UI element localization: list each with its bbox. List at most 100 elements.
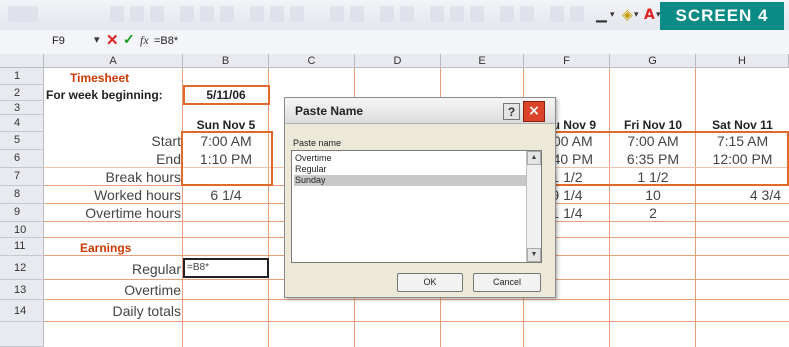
row-header-3[interactable]: 3 xyxy=(0,101,44,115)
toolbar-button[interactable] xyxy=(250,6,264,22)
dialog-titlebar[interactable]: Paste Name ? × xyxy=(285,98,555,124)
chevron-down-icon[interactable]: ▾ xyxy=(634,6,639,24)
cancel-icon[interactable]: ✕ xyxy=(106,31,119,49)
formula-input[interactable]: =B8* xyxy=(154,35,178,47)
cell-b6[interactable]: 1:10 PM xyxy=(183,150,269,168)
fill-color-icon[interactable]: ◈ xyxy=(622,6,633,24)
select-all-corner[interactable] xyxy=(0,54,44,68)
row-header-6[interactable]: 6 xyxy=(0,150,44,168)
toolbar-button[interactable] xyxy=(130,6,144,22)
dialog-title: Paste Name xyxy=(295,104,364,118)
cell-h5[interactable]: 7:15 AM xyxy=(696,132,789,150)
row-header-2[interactable]: 2 xyxy=(0,85,44,101)
row-header-8[interactable]: 8 xyxy=(0,186,44,204)
toolbar-button[interactable] xyxy=(330,6,344,22)
toolbar-button[interactable] xyxy=(180,6,194,22)
toolbar-button[interactable] xyxy=(150,6,164,22)
cell-a11[interactable]: Earnings xyxy=(52,239,182,256)
row-header-12[interactable]: 12 xyxy=(0,256,44,280)
name-box[interactable]: F9 xyxy=(52,35,65,47)
formula-bar: F9 ▾ ✕ ✓ fx =B8* xyxy=(0,30,789,55)
toolbar-button[interactable] xyxy=(570,6,584,22)
toolbar-button[interactable] xyxy=(350,6,364,22)
cell-g5[interactable]: 7:00 AM xyxy=(610,132,696,150)
cell-g9[interactable]: 2 xyxy=(610,204,696,222)
row-header-1[interactable]: 1 xyxy=(0,68,44,85)
ok-button[interactable]: OK xyxy=(397,273,463,292)
screen-badge: SCREEN 4 xyxy=(660,2,784,30)
toolbar-button[interactable] xyxy=(430,6,444,22)
cell-h8[interactable]: 4 3/4 xyxy=(696,186,789,204)
list-item-regular[interactable]: Regular xyxy=(294,164,529,175)
paste-name-label: Paste name xyxy=(293,138,342,148)
cell-a8[interactable]: Worked hours xyxy=(44,186,183,204)
toolbar-button[interactable] xyxy=(220,6,234,22)
list-item-overtime[interactable]: Overtime xyxy=(294,153,529,164)
row-line xyxy=(44,321,789,322)
cell-a12[interactable]: Regular xyxy=(44,260,183,278)
cell-g7[interactable]: 1 1/2 xyxy=(610,168,696,186)
cell-b12-editing[interactable]: =B8* xyxy=(183,258,269,278)
row-header-15[interactable] xyxy=(0,322,44,347)
column-header-g[interactable]: G xyxy=(610,54,696,68)
row-header-14[interactable]: 14 xyxy=(0,300,44,322)
scroll-up-icon[interactable]: ▲ xyxy=(527,151,541,165)
toolbar-button[interactable] xyxy=(110,6,124,22)
close-button[interactable]: × xyxy=(523,101,545,122)
toolbar-button[interactable] xyxy=(380,6,394,22)
scroll-down-icon[interactable]: ▼ xyxy=(527,248,541,262)
column-header-h[interactable]: H xyxy=(696,54,789,68)
column-header-a[interactable]: A xyxy=(44,54,183,68)
cell-a1[interactable]: Timesheet xyxy=(52,69,182,85)
toolbar-button[interactable] xyxy=(470,6,484,22)
font-color-icon[interactable]: A xyxy=(644,6,655,24)
list-item-sunday[interactable]: Sunday xyxy=(294,175,529,186)
help-button[interactable]: ? xyxy=(503,103,520,120)
column-header-c[interactable]: C xyxy=(269,54,355,68)
cell-a13[interactable]: Overtime xyxy=(44,281,183,299)
cell-a5[interactable]: Start xyxy=(44,132,183,150)
toolbar-button[interactable] xyxy=(270,6,284,22)
row-header-9[interactable]: 9 xyxy=(0,204,44,222)
row-header-4[interactable]: 4 xyxy=(0,115,44,132)
cell-g8[interactable]: 10 xyxy=(610,186,696,204)
cell-a2[interactable]: For week beginning: xyxy=(44,86,183,102)
chevron-down-icon[interactable]: ▾ xyxy=(610,6,615,24)
row-line xyxy=(44,299,789,300)
toolbar-button[interactable] xyxy=(550,6,564,22)
cell-a9[interactable]: Overtime hours xyxy=(44,204,183,222)
column-header-f[interactable]: F xyxy=(524,54,610,68)
toolbar-button[interactable] xyxy=(520,6,534,22)
column-header-d[interactable]: D xyxy=(355,54,441,68)
toolbar-button[interactable] xyxy=(200,6,214,22)
row-header-5[interactable]: 5 xyxy=(0,132,44,150)
column-header-e[interactable]: E xyxy=(441,54,524,68)
row-header-10[interactable]: 10 xyxy=(0,222,44,238)
cell-b2[interactable]: 5/11/06 xyxy=(183,86,269,102)
toolbar-button[interactable] xyxy=(290,6,304,22)
name-box-dropdown-icon[interactable]: ▾ xyxy=(94,33,100,46)
row-header-7[interactable]: 7 xyxy=(0,168,44,186)
cell-a14[interactable]: Daily totals xyxy=(44,302,183,320)
cell-g6[interactable]: 6:35 PM xyxy=(610,150,696,168)
enter-icon[interactable]: ✓ xyxy=(123,31,135,48)
row-header-11[interactable]: 11 xyxy=(0,238,44,256)
cell-b4[interactable]: Sun Nov 5 xyxy=(183,116,269,132)
cell-h4[interactable]: Sat Nov 11 xyxy=(696,116,789,132)
cell-a6[interactable]: End xyxy=(44,150,183,168)
list-scrollbar[interactable]: ▲ ▼ xyxy=(526,151,541,262)
insert-function-icon[interactable]: fx xyxy=(140,33,149,48)
row-header-13[interactable]: 13 xyxy=(0,280,44,300)
toolbar-button[interactable] xyxy=(400,6,414,22)
toolbar-button[interactable] xyxy=(450,6,464,22)
cancel-button[interactable]: Cancel xyxy=(473,273,541,292)
column-header-b[interactable]: B xyxy=(183,54,269,68)
name-list[interactable]: Overtime Regular Sunday ▲ ▼ xyxy=(291,150,542,263)
cell-h6[interactable]: 12:00 PM xyxy=(696,150,789,168)
cell-b8[interactable]: 6 1/4 xyxy=(183,186,269,204)
cell-g4[interactable]: Fri Nov 10 xyxy=(610,116,696,132)
cell-b5[interactable]: 7:00 AM xyxy=(183,132,269,150)
toolbar-button[interactable] xyxy=(500,6,514,22)
cell-a7[interactable]: Break hours xyxy=(44,168,183,186)
borders-icon[interactable]: ▁ xyxy=(596,6,607,24)
